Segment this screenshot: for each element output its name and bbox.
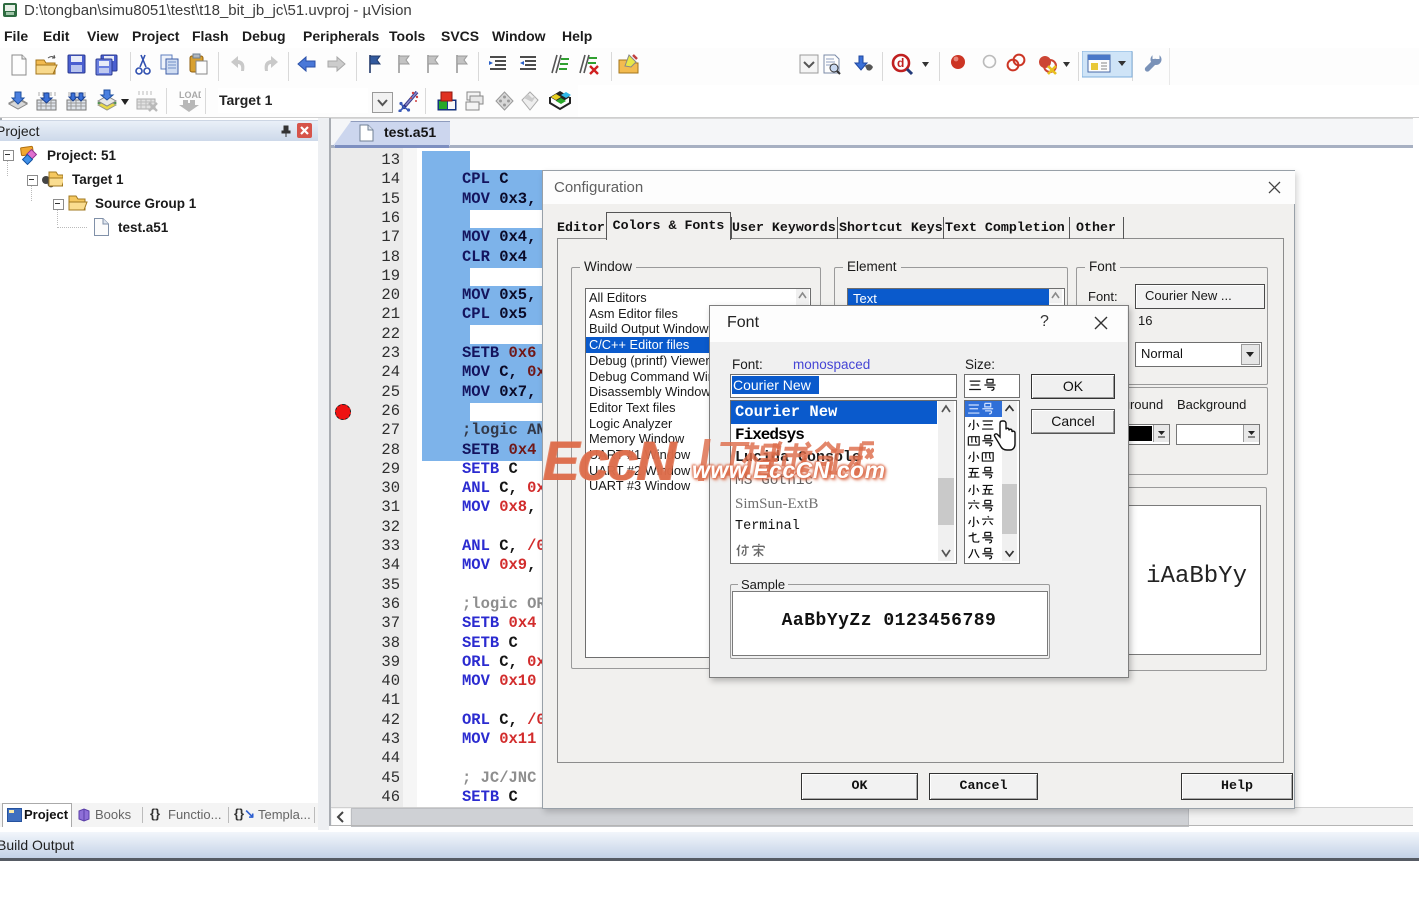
svg-text:d: d	[897, 56, 904, 70]
svg-text:LOAD: LOAD	[179, 90, 201, 100]
